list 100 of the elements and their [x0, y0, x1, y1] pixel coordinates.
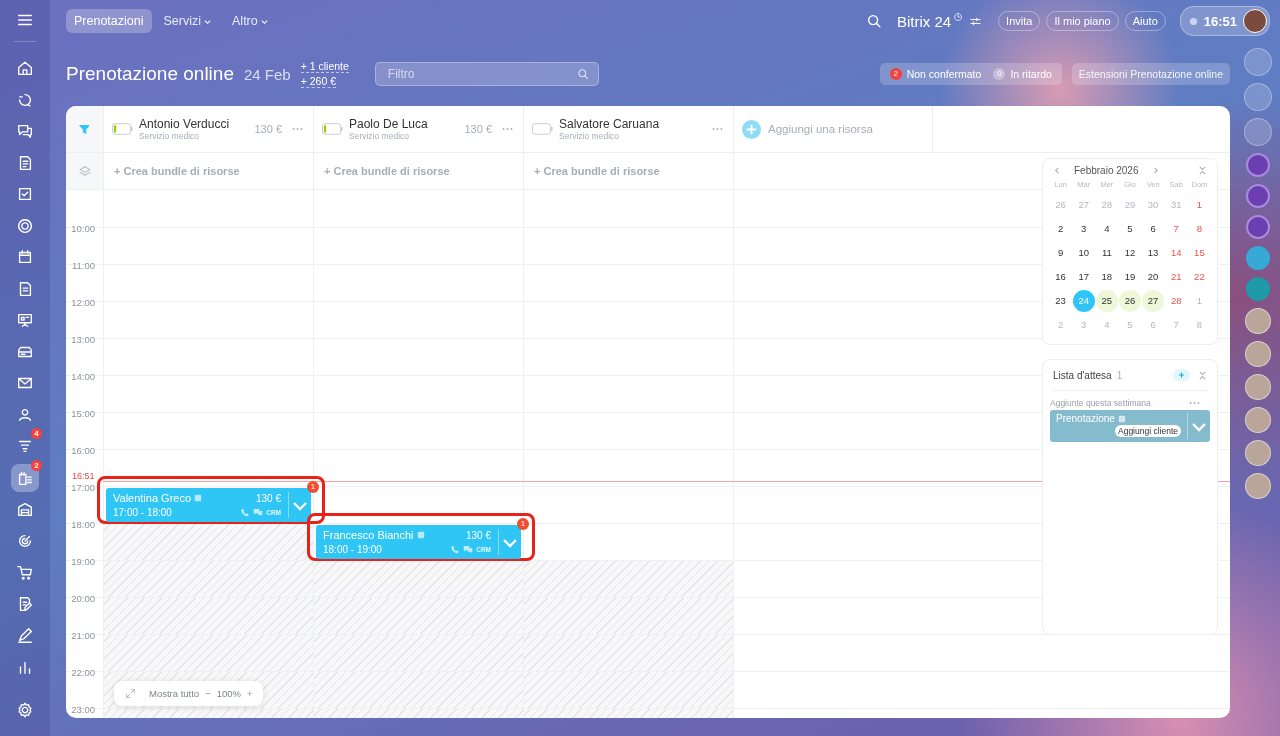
calendar-day[interactable]: 21 — [1165, 266, 1188, 288]
page-title: Prenotazione online — [66, 63, 234, 85]
settings-icon — [16, 701, 34, 719]
resource-header[interactable]: Paolo De Luca Servizio medico 130 € — [314, 106, 524, 152]
calendar-day[interactable]: 23 — [1049, 290, 1072, 312]
calendar-day[interactable]: 31 — [1165, 194, 1188, 216]
panel-title: Lista d'attesa — [1053, 369, 1112, 381]
calendar-day[interactable]: 5 — [1119, 314, 1141, 336]
calendar-day[interactable]: 14 — [1165, 242, 1188, 264]
calendar-day[interactable]: 12 — [1119, 242, 1141, 264]
avatar[interactable] — [1245, 341, 1271, 367]
calendar-day[interactable]: 16 — [1049, 266, 1072, 288]
warehouse-icon — [16, 500, 34, 518]
resource-header[interactable]: Antonio Verducci Servizio medico 130 € — [104, 106, 314, 152]
calendar-day[interactable]: 6 — [1142, 218, 1165, 240]
collapse-icon[interactable] — [1198, 166, 1207, 175]
calendar-day[interactable]: 19 — [1119, 266, 1141, 288]
nav-tab[interactable]: Prenotazioni — [66, 9, 152, 33]
calendar-day[interactable]: 11 — [1095, 242, 1118, 264]
time-label: 16:00 — [71, 445, 95, 456]
resource-type: Servizio medico — [349, 131, 410, 141]
create-bundle-button[interactable]: + Crea bundle di risorse — [534, 165, 660, 177]
calendar-day[interactable]: 26 — [1049, 194, 1072, 216]
expand-icon[interactable] — [124, 687, 137, 700]
time-label: 14:00 — [71, 371, 95, 382]
phone-icon — [240, 508, 251, 517]
calendar-day[interactable]: 9 — [1049, 242, 1072, 264]
avatar[interactable] — [1245, 473, 1271, 499]
show-all-button[interactable]: Mostra tutto — [149, 688, 200, 699]
nav-tab[interactable]: Altro — [224, 9, 277, 33]
waiting-booking-card[interactable]: Prenotazione Aggiungi cliente — [1050, 410, 1210, 442]
avatar[interactable] — [1243, 9, 1267, 33]
calendar-day[interactable]: 26 — [1119, 290, 1141, 312]
calendar-day[interactable]: 6 — [1142, 314, 1165, 336]
stat-link[interactable]: + 1 cliente — [300, 60, 349, 73]
avatar[interactable] — [1245, 407, 1271, 433]
calendar-day[interactable]: 3 — [1072, 314, 1095, 336]
time-label: 11:00 — [71, 260, 95, 271]
time-label: 12:00 — [71, 297, 95, 308]
avatar[interactable] — [1245, 440, 1271, 466]
cart-icon — [16, 563, 34, 581]
avatar[interactable] — [1245, 308, 1271, 334]
stat-link[interactable]: + 260 € — [300, 75, 336, 88]
calendar-day[interactable]: 8 — [1188, 314, 1211, 336]
calendar-day[interactable]: 13 — [1142, 242, 1165, 264]
resource-name: Salvatore Caruana — [559, 117, 661, 131]
calendar-day[interactable]: 7 — [1165, 218, 1188, 240]
calendar-day[interactable]: 24 — [1072, 290, 1095, 312]
calendar-day[interactable]: 25 — [1095, 290, 1118, 312]
target-icon — [16, 216, 34, 235]
calendar-day[interactable]: 2 — [1049, 314, 1072, 336]
calendar-day[interactable]: 27 — [1072, 194, 1095, 216]
calendar-day[interactable]: 27 — [1142, 290, 1165, 312]
calendar-day[interactable]: 30 — [1142, 194, 1165, 216]
time-label: 13:00 — [71, 334, 95, 345]
calendar-day[interactable]: 3 — [1072, 218, 1095, 240]
counter-button[interactable]: 2 Non confermato — [885, 66, 986, 82]
calendar-day[interactable]: 18 — [1095, 266, 1118, 288]
resource-name: Antonio Verducci — [139, 117, 231, 131]
create-bundle-button[interactable]: + Crea bundle di risorse — [114, 165, 240, 177]
calendar-day[interactable]: 2 — [1049, 218, 1072, 240]
calendar-day[interactable]: 28 — [1095, 194, 1118, 216]
collapse-icon[interactable] — [1198, 370, 1207, 380]
calendar-day[interactable]: 15 — [1188, 242, 1211, 264]
calendar-day[interactable]: 4 — [1095, 314, 1118, 336]
calendar-day[interactable]: 7 — [1165, 314, 1188, 336]
count-badge: 2 — [889, 68, 902, 80]
sidebar-item[interactable]: 2 — [11, 463, 39, 492]
calendar-day[interactable]: 8 — [1188, 218, 1211, 240]
resource-type: Servizio medico — [139, 131, 200, 141]
calendar-day[interactable]: 1 — [1188, 290, 1211, 312]
time-label: 10:00 — [71, 223, 95, 234]
chevron-left-icon[interactable] — [1053, 166, 1062, 175]
calendar-day[interactable]: 5 — [1119, 218, 1141, 240]
resource-price: 130 € — [254, 123, 282, 135]
calendar-day[interactable]: 20 — [1142, 266, 1165, 288]
clock-button[interactable]: 16:51 — [1179, 6, 1270, 36]
nav-tab[interactable]: Servizi — [155, 9, 220, 33]
zoom-out-button[interactable]: − — [205, 688, 211, 699]
calendar-day[interactable]: 4 — [1095, 218, 1118, 240]
filter-icon[interactable] — [78, 122, 91, 136]
calendar-day[interactable]: 29 — [1119, 194, 1141, 216]
zoom-in-button[interactable]: + — [247, 688, 253, 699]
calendar-day[interactable]: 22 — [1188, 266, 1211, 288]
plus-icon — [742, 119, 761, 139]
calendar-day[interactable]: 1 — [1188, 194, 1211, 216]
calendar-day[interactable]: 10 — [1072, 242, 1095, 264]
time-label: 20:00 — [71, 593, 95, 604]
group-label: Aggiunte questa settimana — [1050, 398, 1151, 408]
item-count: 1 — [1116, 369, 1123, 381]
presentation-icon — [16, 311, 34, 329]
time-label: 23:00 — [71, 704, 95, 715]
time-label: 15:00 — [71, 408, 95, 419]
extensions-button[interactable]: Estensioni Prenotazione online — [1071, 63, 1230, 85]
create-bundle-button[interactable]: + Crea bundle di risorse — [324, 165, 450, 177]
avatar[interactable] — [1245, 374, 1271, 400]
phone-icon — [450, 545, 461, 554]
calendar-day[interactable]: 28 — [1165, 290, 1188, 312]
calendar-day[interactable]: 17 — [1072, 266, 1095, 288]
add-client-button[interactable]: Aggiungi cliente — [1115, 425, 1181, 437]
